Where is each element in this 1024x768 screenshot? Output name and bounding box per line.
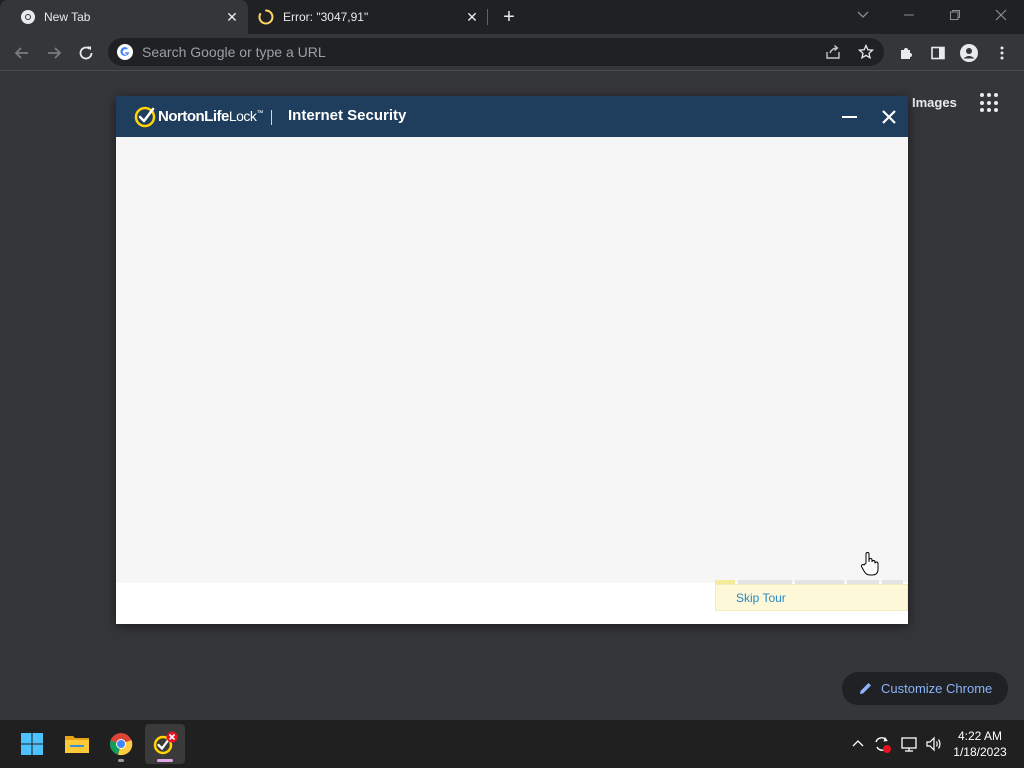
customize-chrome-label: Customize Chrome [881,681,993,696]
close-tab-icon[interactable]: ✕ [224,9,240,25]
reload-icon [79,46,93,60]
running-indicator [118,759,124,762]
windows-start-icon [21,733,43,755]
file-explorer-button[interactable] [57,724,97,764]
minimize-window-button[interactable] [897,6,921,26]
norton-dialog: NortonLifeLock™ Internet Security Skip T… [116,96,908,624]
chrome-taskbar-button[interactable] [101,724,141,764]
active-indicator [157,759,173,762]
file-explorer-icon [65,736,89,753]
bookmark-star-icon[interactable] [857,43,875,61]
more-menu-icon[interactable] [991,42,1013,64]
omnibox[interactable] [108,38,884,66]
side-panel-icon[interactable] [927,42,949,64]
header-divider [271,110,272,125]
reload-button[interactable] [75,42,97,64]
network-icon[interactable] [899,734,919,754]
chrome-icon [109,733,133,756]
close-window-button[interactable] [989,6,1013,26]
tab-separator [487,9,488,25]
norton-content-area [116,137,908,583]
search-input[interactable] [142,38,802,66]
new-tab-button[interactable]: + [498,7,520,29]
share-icon[interactable] [824,43,842,61]
loading-spinner-icon [258,9,274,25]
browser-toolbar [0,34,1024,71]
tab-error[interactable]: Error: "3047,91" ✕ [248,0,488,34]
pencil-icon [860,683,871,694]
show-hidden-icons-chevron-icon[interactable] [848,734,868,754]
close-tab-icon[interactable]: ✕ [464,9,480,25]
arrow-left-icon [14,47,28,59]
norton-icon [153,731,178,755]
arrow-right-icon [48,47,62,59]
google-g-icon [117,44,133,60]
tab-title: New Tab [44,10,91,24]
sync-alert-icon[interactable] [872,734,892,754]
norton-taskbar-button[interactable] [145,724,185,764]
tour-panel: Skip Tour [715,584,908,611]
chrome-icon [21,10,35,24]
norton-title-bar[interactable]: NortonLifeLock™ Internet Security [116,96,908,137]
images-link[interactable]: Images [912,95,957,110]
volume-icon[interactable] [924,734,944,754]
profile-avatar-icon[interactable] [958,42,980,64]
close-icon[interactable] [878,106,900,128]
forward-button[interactable] [43,42,65,64]
clock-time: 4:22 AM [957,729,1003,743]
norton-brand-name: NortonLifeLock™ [158,108,263,125]
tab-strip: New Tab ✕ Error: "3047,91" ✕ + [0,0,1024,34]
clock-date: 1/18/2023 [953,745,1007,759]
restore-window-button[interactable] [943,6,967,26]
tab-search-chevron-icon[interactable] [851,6,875,26]
product-title: Internet Security [288,107,407,124]
tab-new-tab[interactable]: New Tab ✕ [0,0,248,34]
minimize-icon[interactable] [840,107,860,127]
google-apps-icon[interactable] [980,93,1000,113]
taskbar-clock[interactable]: 4:22 AM 1/18/2023 [944,728,1016,760]
windows-start-button[interactable] [12,724,52,764]
extensions-puzzle-icon[interactable] [895,42,917,64]
customize-chrome-button[interactable]: Customize Chrome [842,672,1008,705]
windows-taskbar: 4:22 AM 1/18/2023 [0,720,1024,768]
norton-checkmark-logo-icon [134,106,156,128]
hand-pointer-cursor-icon [860,552,879,576]
back-button[interactable] [11,42,33,64]
tab-title: Error: "3047,91" [283,10,369,24]
skip-tour-link[interactable]: Skip Tour [736,591,786,605]
